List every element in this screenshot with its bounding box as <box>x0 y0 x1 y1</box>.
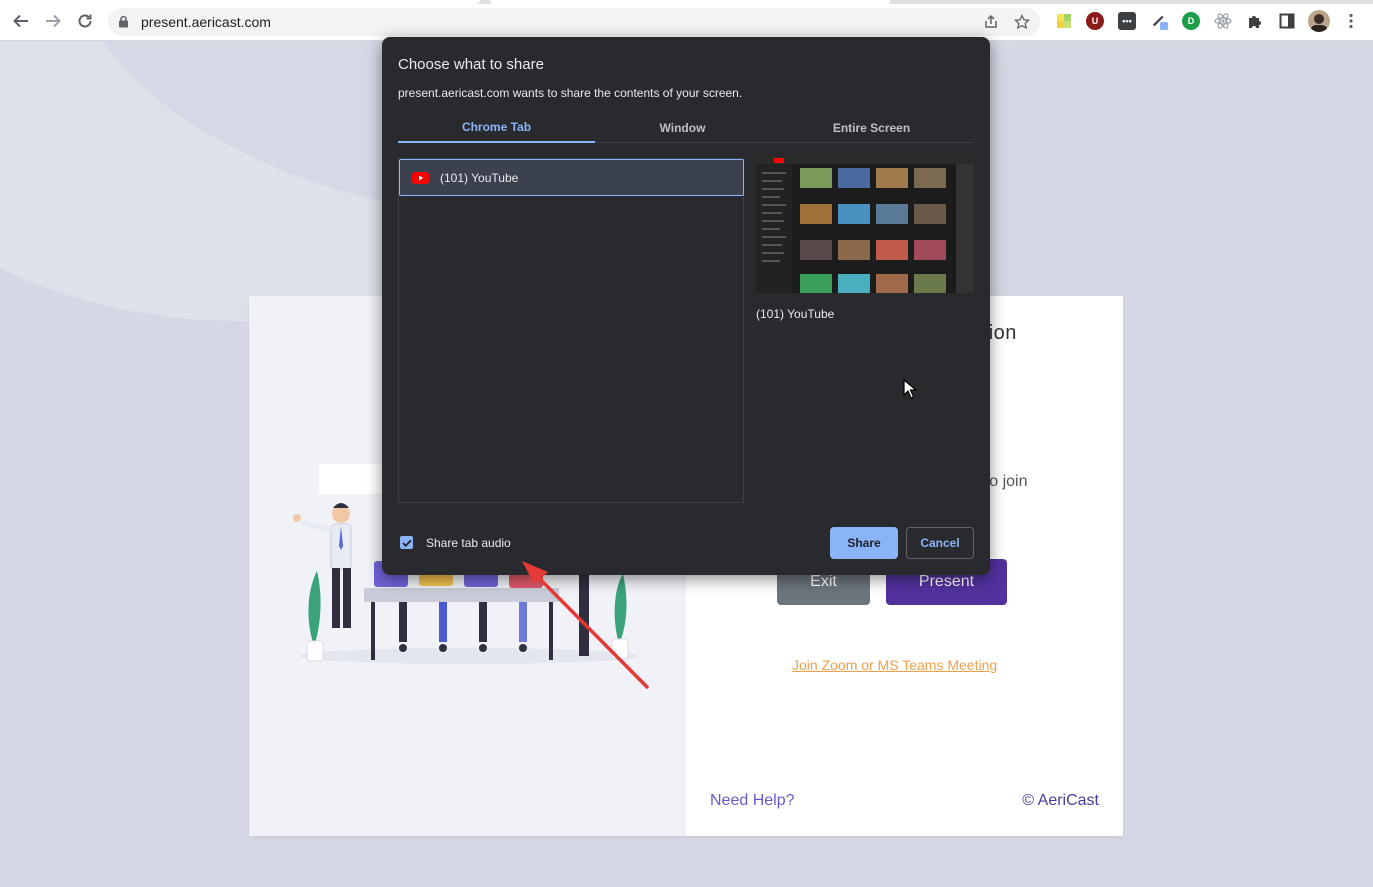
tab-chrome-tab[interactable]: Chrome Tab <box>398 113 595 143</box>
copyright-text: © AeriCast <box>1022 792 1099 809</box>
sticky-notes-icon[interactable] <box>1055 12 1073 30</box>
mouse-cursor-icon <box>903 379 917 399</box>
lock-icon <box>119 15 128 28</box>
checkmark-icon <box>401 539 412 547</box>
reload-button[interactable] <box>74 10 96 32</box>
arrow-right-icon <box>46 14 61 28</box>
dots-extension-icon[interactable]: ••• <box>1118 12 1136 30</box>
profile-avatar[interactable] <box>1308 10 1330 32</box>
join-meeting-link[interactable]: Join Zoom or MS Teams Meeting <box>792 657 997 673</box>
tab-preview-thumbnail <box>756 158 974 293</box>
tab-entire-screen[interactable]: Entire Screen <box>770 113 973 143</box>
need-help-link[interactable]: Need Help? <box>710 792 795 810</box>
address-bar[interactable]: present.aericast.com <box>108 8 1040 36</box>
reload-icon <box>78 14 92 28</box>
share-page-icon[interactable] <box>983 14 999 30</box>
ublock-icon[interactable]: U <box>1086 12 1104 30</box>
share-audio-label[interactable]: Share tab audio <box>426 536 511 550</box>
dialog-title: Choose what to share <box>398 56 544 73</box>
youtube-icon <box>412 172 429 184</box>
react-devtools-icon[interactable] <box>1214 12 1232 30</box>
url-text: present.aericast.com <box>141 14 271 30</box>
puzzle-icon[interactable] <box>1246 12 1264 30</box>
preview-label: (101) YouTube <box>756 307 835 321</box>
kebab-menu-icon[interactable] <box>1342 12 1360 30</box>
share-source-tabs: Chrome Tab Window Entire Screen <box>398 113 973 143</box>
forward-button[interactable] <box>42 10 64 32</box>
cancel-button[interactable]: Cancel <box>906 527 974 559</box>
star-icon[interactable] <box>1014 14 1030 30</box>
grammar-extension-icon[interactable]: D <box>1182 12 1200 30</box>
share-screen-dialog: Choose what to share present.aericast.co… <box>382 37 990 575</box>
tab-strip-edge <box>0 0 1373 4</box>
share-button[interactable]: Share <box>830 527 898 559</box>
dialog-subtitle: present.aericast.com wants to share the … <box>398 86 743 100</box>
list-item-label: (101) YouTube <box>440 171 519 185</box>
share-audio-checkbox[interactable] <box>400 536 413 549</box>
browser-toolbar: present.aericast.com U ••• D <box>0 0 1373 41</box>
tab-window[interactable]: Window <box>595 113 770 143</box>
tab-list: (101) YouTube <box>398 158 744 503</box>
list-item[interactable]: (101) YouTube <box>399 159 744 196</box>
color-picker-icon[interactable] <box>1151 12 1169 30</box>
side-panel-icon[interactable] <box>1278 12 1296 30</box>
arrow-left-icon <box>13 14 28 28</box>
back-button[interactable] <box>10 10 32 32</box>
